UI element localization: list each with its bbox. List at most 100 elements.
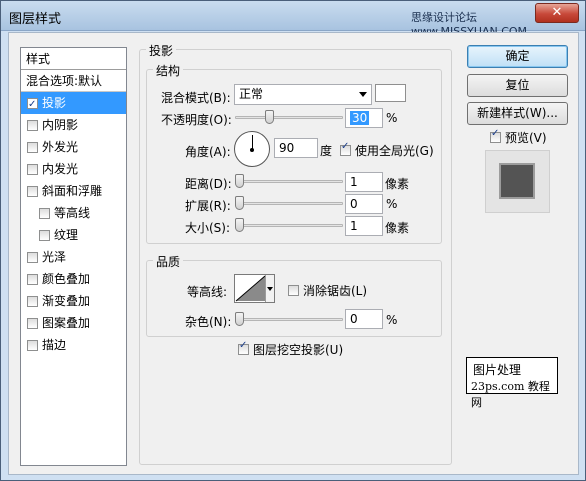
style-item[interactable]: 颜色叠加 xyxy=(21,268,126,290)
knockout-check[interactable] xyxy=(238,340,249,355)
style-item-label: 外发光 xyxy=(42,140,79,154)
spread-input[interactable]: 0 xyxy=(345,194,383,214)
opacity-slider-thumb[interactable] xyxy=(264,110,274,124)
style-item-label: 描边 xyxy=(42,338,67,352)
anti-alias-check[interactable] xyxy=(288,285,299,296)
style-item-checkbox[interactable] xyxy=(27,163,38,175)
blend-mode-select[interactable]: 正常 xyxy=(234,84,372,105)
style-item[interactable]: 渐变叠加 xyxy=(21,290,126,312)
knockout-label: 图层挖空投影(U) xyxy=(253,343,344,357)
dialog-body: 样式 混合选项:默认 投影内阴影外发光内发光斜面和浮雕等高线纹理光泽颜色叠加渐变… xyxy=(8,32,579,475)
style-item[interactable]: 纹理 xyxy=(21,224,126,246)
style-item-label: 斜面和浮雕 xyxy=(42,184,103,198)
style-item-checkbox[interactable] xyxy=(27,94,38,116)
global-light-label: 使用全局光(G) xyxy=(355,144,434,158)
style-item-checkbox[interactable] xyxy=(27,317,38,329)
window-title: 图层样式 xyxy=(9,12,62,27)
style-item[interactable]: 描边 xyxy=(21,334,126,356)
shadow-color-swatch[interactable] xyxy=(375,84,406,102)
style-item-label: 颜色叠加 xyxy=(42,272,91,286)
styles-header[interactable]: 样式 xyxy=(21,48,126,70)
style-item-checkbox[interactable] xyxy=(39,207,50,219)
style-item[interactable]: 等高线 xyxy=(21,202,126,224)
blend-mode-value: 正常 xyxy=(239,87,264,101)
noise-slider[interactable] xyxy=(235,312,343,326)
style-item-label: 光泽 xyxy=(42,250,67,264)
style-item-checkbox[interactable] xyxy=(27,273,38,285)
reset-button[interactable]: 复位 xyxy=(467,74,568,97)
style-item-checkbox[interactable] xyxy=(27,339,38,351)
style-item-checkbox[interactable] xyxy=(27,141,38,153)
style-item-checkbox[interactable] xyxy=(27,119,38,131)
style-item-checkbox[interactable] xyxy=(27,295,38,307)
style-item[interactable]: 斜面和浮雕 xyxy=(21,180,126,202)
layer-style-dialog: 图层样式 思缘设计论坛 www.MISSYUAN.COM ✕ 样式 混合选项:默… xyxy=(0,0,586,481)
opacity-label: 不透明度(O): xyxy=(161,113,232,127)
preview-check[interactable] xyxy=(490,128,501,143)
angle-dial[interactable] xyxy=(234,131,270,167)
style-item[interactable]: 内阴影 xyxy=(21,114,126,136)
logo-line2: 23ps.com 教程网 xyxy=(471,380,550,409)
quality-title: 品质 xyxy=(153,253,184,270)
close-icon[interactable]: ✕ xyxy=(535,3,579,23)
distance-input[interactable]: 1 xyxy=(345,172,383,192)
ok-button[interactable]: 确定 xyxy=(467,45,568,68)
structure-title: 结构 xyxy=(153,62,184,79)
style-item-label: 投影 xyxy=(42,96,67,110)
logo-line1: 图片处理 xyxy=(473,363,522,377)
style-item-label: 渐变叠加 xyxy=(42,294,91,308)
distance-unit: 像素 xyxy=(385,177,410,191)
blend-options-item[interactable]: 混合选项:默认 xyxy=(21,70,126,92)
size-unit: 像素 xyxy=(385,221,410,235)
style-item-checkbox[interactable] xyxy=(39,229,50,241)
style-item-label: 内发光 xyxy=(42,162,79,176)
opacity-input[interactable]: 30 xyxy=(345,108,383,128)
preview-checkbox[interactable]: 预览(V) xyxy=(490,128,547,146)
style-item[interactable]: 图案叠加 xyxy=(21,312,126,334)
style-item-checkbox[interactable] xyxy=(27,251,38,263)
contour-label: 等高线: xyxy=(187,285,228,299)
anti-alias-checkbox[interactable]: 消除锯齿(L) xyxy=(288,282,367,299)
spread-label: 扩展(R): xyxy=(185,199,231,213)
title-bar[interactable]: 图层样式 思缘设计论坛 www.MISSYUAN.COM ✕ xyxy=(1,1,585,38)
distance-slider[interactable] xyxy=(235,174,343,188)
style-item-label: 内阴影 xyxy=(42,118,79,132)
preview-thumbnail xyxy=(485,150,550,213)
new-style-button[interactable]: 新建样式(W)... xyxy=(467,102,568,125)
global-light-check[interactable] xyxy=(340,141,351,156)
style-item[interactable]: 光泽 xyxy=(21,246,126,268)
knockout-checkbox[interactable]: 图层挖空投影(U) xyxy=(238,340,344,358)
distance-slider-thumb[interactable] xyxy=(235,174,244,188)
preview-label: 预览(V) xyxy=(505,131,547,145)
style-item[interactable]: 内发光 xyxy=(21,158,126,180)
spread-slider[interactable] xyxy=(235,196,343,210)
style-item-checkbox[interactable] xyxy=(27,185,38,197)
spread-slider-thumb[interactable] xyxy=(235,196,244,210)
drop-shadow-title: 投影 xyxy=(146,42,177,59)
opacity-slider[interactable] xyxy=(235,110,343,124)
contour-linear-icon xyxy=(235,275,266,302)
angle-input[interactable]: 90 xyxy=(274,138,318,158)
style-item[interactable]: 投影 xyxy=(21,92,126,116)
style-item-label: 纹理 xyxy=(54,228,79,242)
style-item[interactable]: 外发光 xyxy=(21,136,126,158)
blend-mode-label: 混合模式(B): xyxy=(161,91,231,105)
global-light-checkbox[interactable]: 使用全局光(G) xyxy=(340,141,434,159)
chevron-down-icon xyxy=(359,92,367,97)
size-slider[interactable] xyxy=(235,218,343,232)
contour-picker[interactable] xyxy=(234,274,275,303)
angle-unit: 度 xyxy=(320,144,333,158)
styles-list: 样式 混合选项:默认 投影内阴影外发光内发光斜面和浮雕等高线纹理光泽颜色叠加渐变… xyxy=(20,47,127,466)
style-item-label: 等高线 xyxy=(54,206,91,220)
noise-label: 杂色(N): xyxy=(185,315,232,329)
anti-alias-label: 消除锯齿(L) xyxy=(303,284,368,298)
style-item-label: 图案叠加 xyxy=(42,316,91,330)
contour-dropdown-icon[interactable] xyxy=(265,275,274,302)
spread-unit: % xyxy=(386,197,398,211)
size-input[interactable]: 1 xyxy=(345,216,383,236)
site-logo: 图片处理 23ps.com 教程网 xyxy=(466,357,558,409)
distance-label: 距离(D): xyxy=(185,177,232,191)
noise-input[interactable]: 0 xyxy=(345,309,383,329)
size-slider-thumb[interactable] xyxy=(235,218,244,232)
noise-slider-thumb[interactable] xyxy=(235,312,244,326)
